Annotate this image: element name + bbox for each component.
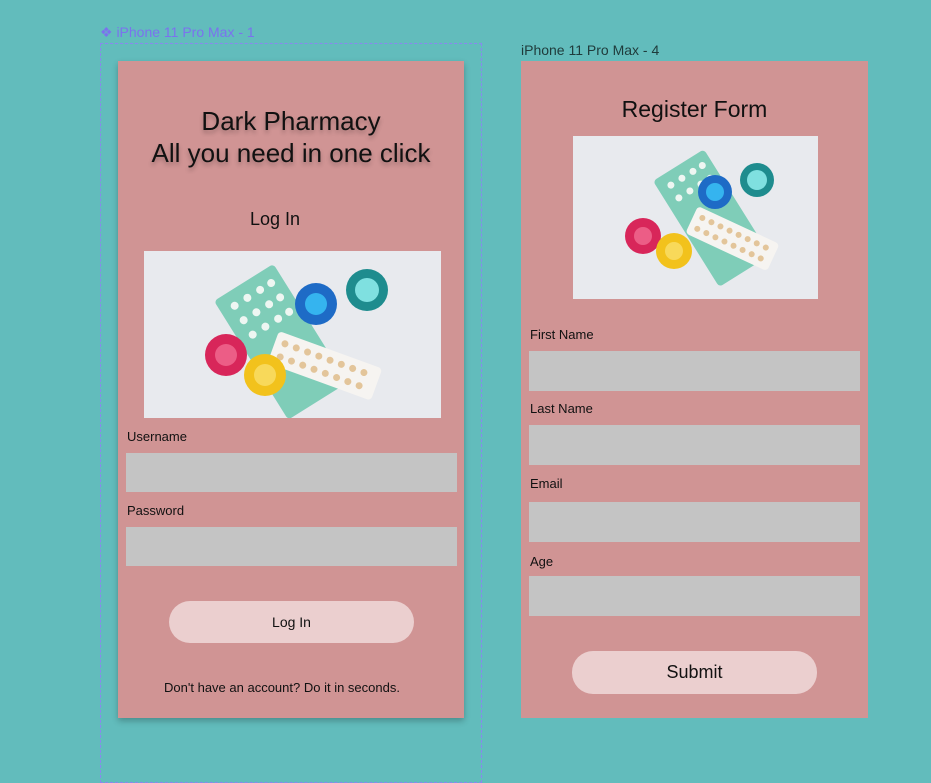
age-label: Age [530,554,554,569]
age-input[interactable] [529,576,860,616]
signup-prompt[interactable]: Don't have an account? Do it in seconds. [109,680,455,695]
first-name-label: First Name [530,327,594,342]
username-input[interactable] [126,453,457,492]
login-screen: Dark Pharmacy All you need in one click … [118,61,464,718]
login-frame-label[interactable]: ❖ iPhone 11 Pro Max - 1 [100,24,255,41]
app-title-line2: All you need in one click [151,138,431,168]
login-button[interactable]: Log In [169,601,414,643]
email-input[interactable] [529,502,860,542]
last-name-input[interactable] [529,425,860,465]
password-input[interactable] [126,527,457,566]
username-label: Username [127,429,187,444]
register-frame-label[interactable]: iPhone 11 Pro Max - 4 [521,42,659,58]
contraceptives-photo [573,136,818,299]
last-name-label: Last Name [530,401,593,416]
register-screen: Register Form First Name Last Name Email… [521,61,868,718]
app-title: Dark Pharmacy All you need in one click [118,105,464,169]
submit-button[interactable]: Submit [572,651,817,694]
login-heading: Log In [249,209,301,229]
email-label: Email [530,476,563,491]
first-name-input[interactable] [529,351,860,391]
app-title-line1: Dark Pharmacy [201,106,381,136]
contraceptives-photo [144,251,441,418]
password-label: Password [127,503,185,518]
register-title: Register Form [621,96,768,122]
